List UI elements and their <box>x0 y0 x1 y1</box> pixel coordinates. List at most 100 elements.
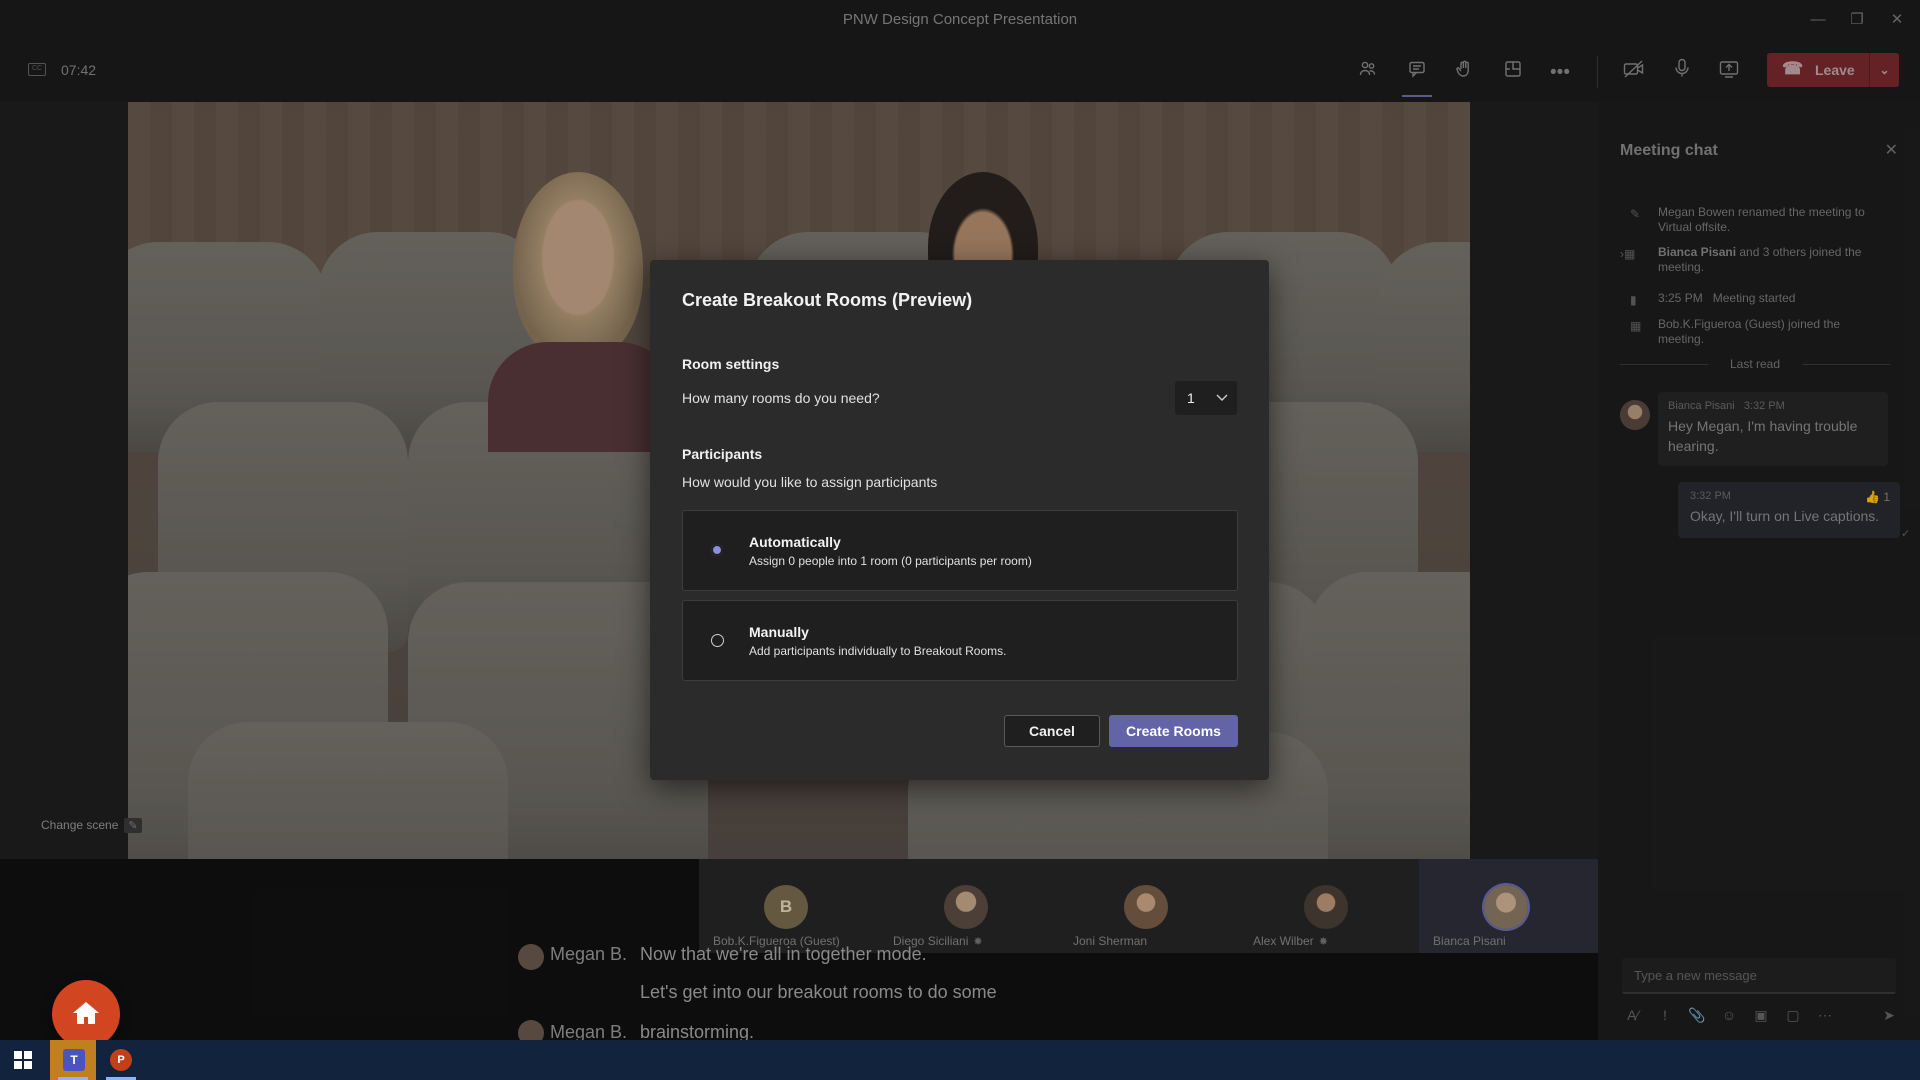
hang-up-icon: ☎ <box>1782 59 1804 78</box>
chat-system-event: ›▦ Bianca Pisani and 3 others joined the… <box>1620 245 1862 274</box>
chat-system-event: ✎ Megan Bowen renamed the meeting to Vir… <box>1630 205 1865 234</box>
avatar <box>1484 885 1528 929</box>
participants-heading: Participants <box>682 446 763 462</box>
toolbar-divider <box>1597 56 1598 88</box>
avatar <box>1304 885 1348 929</box>
chat-system-event: ▦ Bob.K.Figueroa (Guest) joined the meet… <box>1630 317 1841 346</box>
participant-card[interactable]: Joni Sherman <box>1059 859 1239 953</box>
minimize-icon[interactable]: — <box>1801 8 1835 32</box>
read-receipt-icon: ✓ <box>1901 528 1911 540</box>
participant-card[interactable]: Alex Wilber ✸ <box>1239 859 1419 953</box>
caption-speaker: Megan B. <box>550 944 628 964</box>
pencil-icon: ✎ <box>1630 207 1641 221</box>
last-read-divider: Last read <box>1620 357 1890 371</box>
assign-question: How would you like to assign participant… <box>682 474 938 490</box>
windows-logo-icon <box>14 1051 32 1069</box>
assign-automatically-option[interactable]: Automatically Assign 0 people into 1 roo… <box>682 510 1238 591</box>
windows-taskbar: T P <box>0 1040 1920 1080</box>
people-icon[interactable] <box>1350 55 1386 91</box>
sticker-icon[interactable]: ▢ <box>1782 1007 1804 1024</box>
message-text: Hey Megan, I'm having trouble hearing. <box>1668 418 1858 454</box>
participants-strip: B Bob.K.Figueroa (Guest) Diego Siciliani… <box>699 859 1599 953</box>
radio-unchecked[interactable] <box>711 634 724 647</box>
message-author: Bianca Pisani <box>1668 400 1735 412</box>
pencil-icon: ✎ <box>124 818 142 833</box>
meeting-toolbar: CC 07:42 ••• ☎ Leave ⌄ <box>0 40 1920 102</box>
avatar <box>1124 885 1168 929</box>
change-scene-button[interactable]: Change scene ✎ <box>41 818 142 833</box>
chat-icon[interactable] <box>1399 55 1435 97</box>
leave-options-chevron-icon[interactable]: ⌄ <box>1869 53 1899 87</box>
message-text: Okay, I'll turn on Live captions. <box>1690 508 1880 524</box>
emoji-icon[interactable]: ☺ <box>1718 1007 1740 1023</box>
captions-icon: CC <box>28 63 46 76</box>
close-window-icon[interactable]: ✕ <box>1880 8 1914 32</box>
avatar: B <box>764 885 808 929</box>
avatar <box>518 944 544 970</box>
restore-icon[interactable]: ❐ <box>1840 8 1874 32</box>
leave-button[interactable]: ☎ Leave ⌄ <box>1767 53 1899 87</box>
option-title: Manually <box>749 624 809 640</box>
important-icon[interactable]: ! <box>1654 1007 1676 1023</box>
video-camera-icon: ▮ <box>1630 293 1637 307</box>
message-time: 3:32 PM <box>1690 490 1731 502</box>
participant-joined-icon: ▦ <box>1630 319 1642 333</box>
like-reaction: 👍 1 <box>1865 490 1890 504</box>
assign-manually-option[interactable]: Manually Add participants individually t… <box>682 600 1238 681</box>
chat-message-input[interactable]: Type a new message <box>1622 958 1896 994</box>
leave-label: Leave <box>1815 62 1855 78</box>
mic-icon[interactable] <box>1664 55 1700 91</box>
dialog-title: Create Breakout Rooms (Preview) <box>682 290 973 310</box>
start-button[interactable] <box>0 1040 46 1080</box>
chat-system-event: ▮ 3:25 PM Meeting started <box>1630 291 1796 307</box>
home-icon <box>73 1002 99 1024</box>
create-breakout-rooms-dialog: Create Breakout Rooms (Preview) Room set… <box>650 260 1269 780</box>
attach-icon[interactable]: 📎 <box>1686 1007 1708 1024</box>
message-time: 3:32 PM <box>1743 400 1785 412</box>
gif-icon[interactable]: ▣ <box>1750 1007 1772 1024</box>
taskbar-powerpoint[interactable]: P <box>98 1040 144 1080</box>
raise-hand-icon[interactable] <box>1446 55 1482 91</box>
participant-card[interactable]: B Bob.K.Figueroa (Guest) <box>699 859 879 953</box>
scene-seat <box>1308 572 1470 859</box>
close-icon[interactable]: ✕ <box>1885 140 1898 160</box>
option-description: Add participants individually to Breakou… <box>749 644 1007 658</box>
radio-checked[interactable] <box>711 544 723 556</box>
chat-input-placeholder: Type a new message <box>1634 968 1757 983</box>
create-rooms-button[interactable]: Create Rooms <box>1109 715 1238 747</box>
meeting-chat-panel: Meeting chat ✕ ✎ Megan Bowen renamed the… <box>1598 102 1920 1040</box>
option-description: Assign 0 people into 1 room (0 participa… <box>749 554 1032 568</box>
participant-card[interactable]: Diego Siciliani ✸ <box>879 859 1059 953</box>
chevron-down-icon <box>1216 394 1228 401</box>
participant-card[interactable]: Bianca Pisani <box>1419 859 1599 953</box>
send-icon[interactable]: ➤ <box>1878 1007 1900 1024</box>
home-button[interactable] <box>52 980 120 1048</box>
participant-video-woman <box>513 172 643 362</box>
rooms-count-label: How many rooms do you need? <box>682 390 880 406</box>
caption-line: Now that we're all in together mode. <box>640 944 927 964</box>
chat-title: Meeting chat <box>1620 142 1718 159</box>
more-icon[interactable]: ••• <box>1542 55 1578 91</box>
window-title: PNW Design Concept Presentation <box>842 11 1078 28</box>
participants-joined-icon: ›▦ <box>1620 247 1636 261</box>
breakout-rooms-icon[interactable] <box>1495 55 1531 91</box>
scene-seat <box>188 722 508 859</box>
teams-icon: T <box>63 1049 85 1071</box>
chat-message-outgoing[interactable]: 3:32 PM 👍 1 Okay, I'll turn on Live capt… <box>1678 482 1900 538</box>
avatar <box>944 885 988 929</box>
more-options-icon[interactable]: ⋯ <box>1814 1007 1836 1024</box>
powerpoint-icon: P <box>110 1049 132 1071</box>
camera-off-icon[interactable] <box>1616 55 1652 91</box>
rooms-count-dropdown[interactable]: 1 <box>1175 381 1237 415</box>
cancel-button[interactable]: Cancel <box>1004 715 1100 747</box>
thumbs-up-icon: 👍 <box>1865 490 1880 504</box>
meeting-timer: 07:42 <box>61 62 97 78</box>
option-title: Automatically <box>749 534 841 550</box>
room-settings-heading: Room settings <box>682 356 780 372</box>
format-icon[interactable]: A⁄ <box>1622 1007 1644 1023</box>
change-scene-label: Change scene <box>41 818 119 832</box>
taskbar-teams[interactable]: T <box>50 1040 96 1080</box>
share-screen-icon[interactable] <box>1711 55 1747 91</box>
caption-line: Let's get into our breakout rooms to do … <box>640 982 997 1002</box>
live-captions: Megan B. Now that we're all in together … <box>510 944 1510 1046</box>
